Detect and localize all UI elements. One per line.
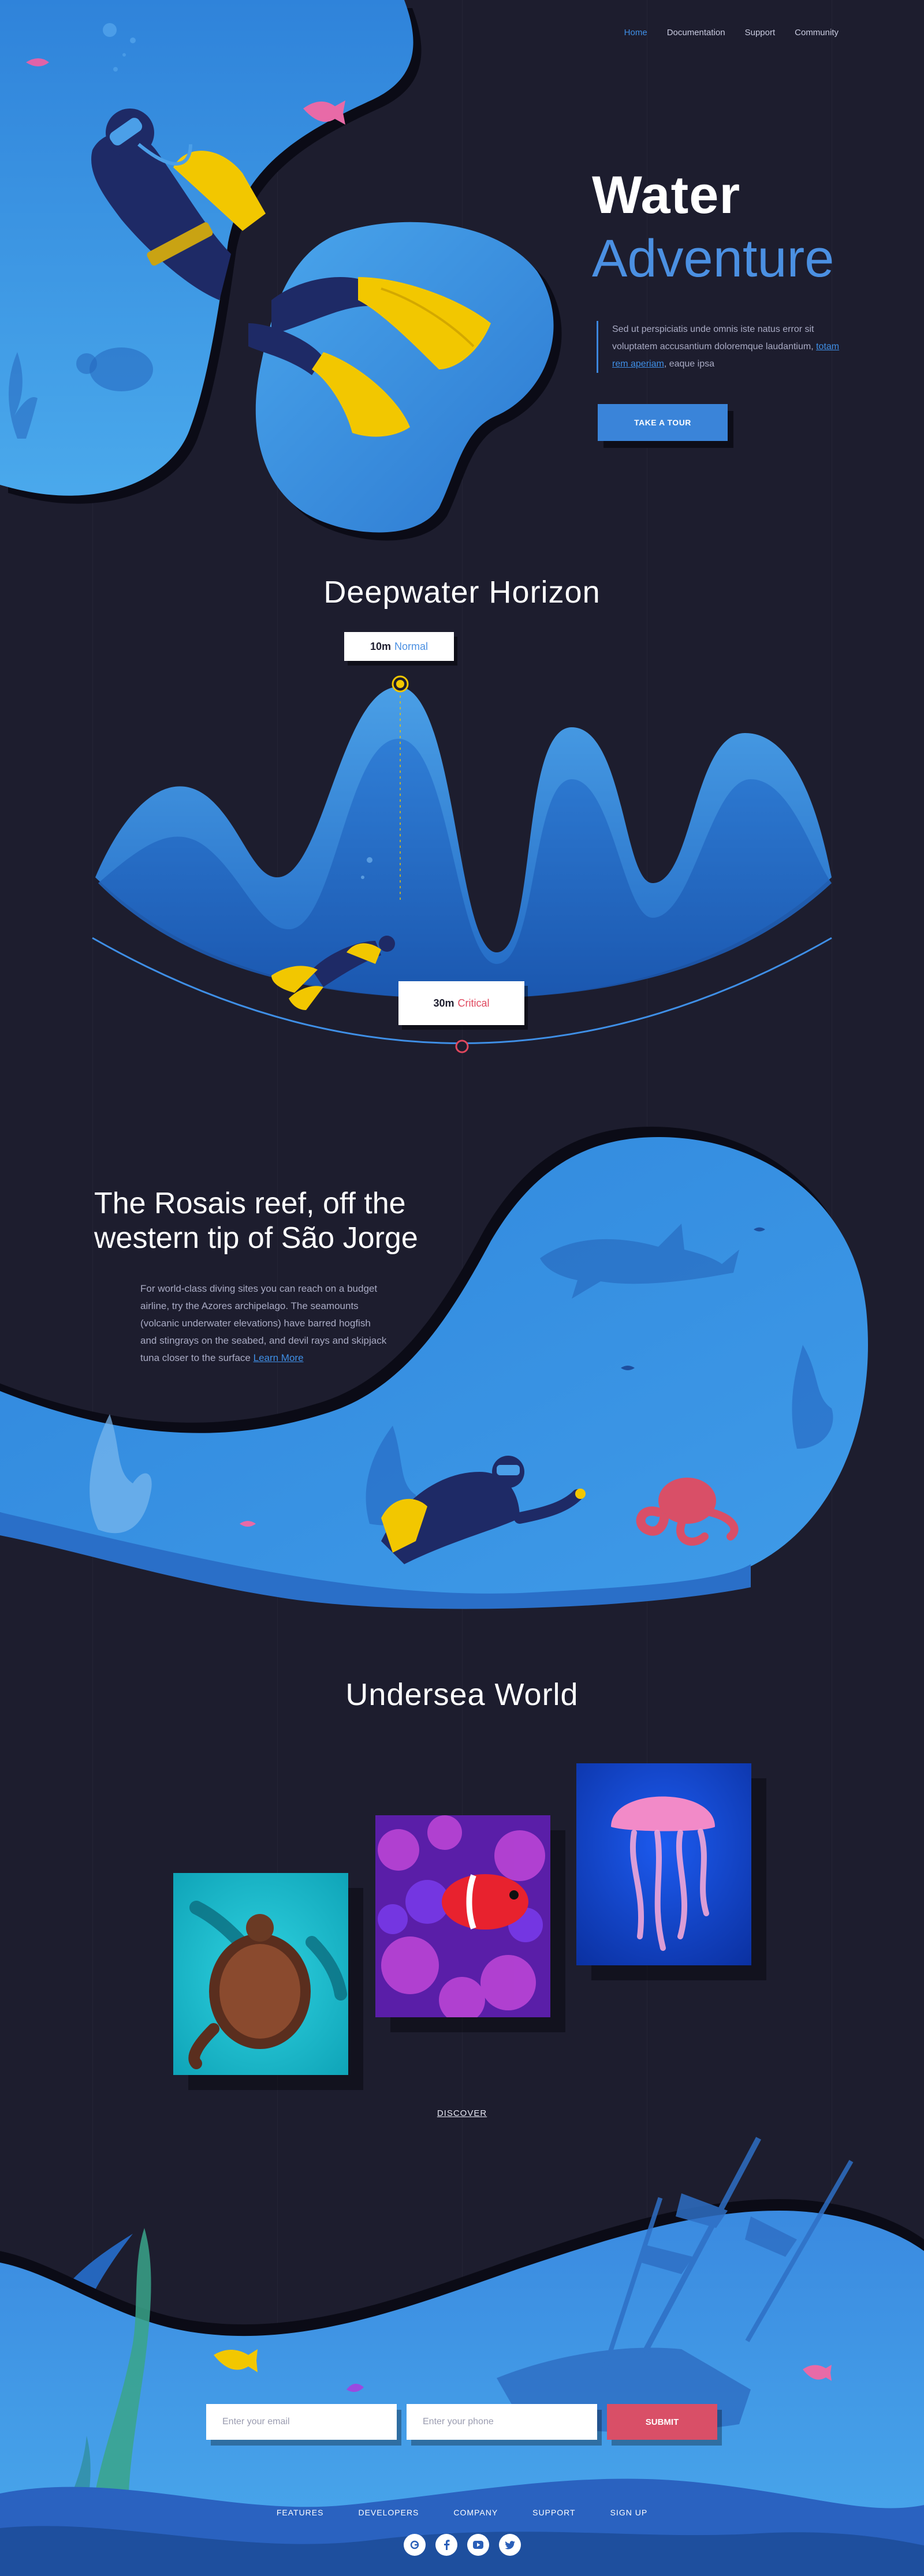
- depth-normal-status: Normal: [394, 640, 429, 652]
- take-a-tour-button[interactable]: TAKE A TOUR: [598, 404, 728, 441]
- depth-critical-value: 30m: [433, 997, 454, 1009]
- depth-marker-normal: 10m Normal: [344, 632, 454, 661]
- social-links: [0, 2534, 924, 2556]
- undersea-title: Undersea World: [345, 1677, 579, 1712]
- clownfish-image: [375, 1815, 550, 2017]
- reef-description: For world-class diving sites you can rea…: [140, 1280, 389, 1367]
- footer-link-developers[interactable]: DEVELOPERS: [358, 2508, 419, 2517]
- hero-title-line1: Water: [592, 166, 741, 225]
- youtube-icon[interactable]: [467, 2534, 489, 2556]
- footer-link-support[interactable]: SUPPORT: [532, 2508, 575, 2517]
- hero-text-before: Sed ut perspiciatis unde omnis iste natu…: [612, 324, 817, 352]
- photo-clownfish[interactable]: [375, 1815, 550, 2017]
- facebook-icon[interactable]: [435, 2534, 457, 2556]
- jellyfish-image: [576, 1763, 751, 1965]
- reef-title: The Rosais reef, off the western tip of …: [94, 1187, 418, 1255]
- nav-community[interactable]: Community: [795, 28, 839, 38]
- footer-link-sign-up[interactable]: SIGN UP: [610, 2508, 648, 2517]
- main-nav: Home Documentation Support Community: [605, 28, 839, 38]
- learn-more-link[interactable]: Learn More: [254, 1352, 304, 1363]
- hero-text-after: , eaque ipsa: [664, 359, 714, 369]
- footer-link-company[interactable]: COMPANY: [453, 2508, 498, 2517]
- deepwater-title: Deepwater Horizon: [323, 575, 601, 610]
- nav-home[interactable]: Home: [624, 28, 647, 38]
- footer-nav: FEATURES DEVELOPERS COMPANY SUPPORT SIGN…: [0, 2508, 924, 2517]
- depth-normal-value: 10m: [370, 640, 391, 652]
- submit-button[interactable]: SUBMIT: [607, 2404, 717, 2440]
- reef-text-body: For world-class diving sites you can rea…: [140, 1283, 387, 1363]
- phone-field[interactable]: [407, 2404, 597, 2440]
- nav-documentation[interactable]: Documentation: [667, 28, 725, 38]
- hero-illustration: [0, 0, 562, 541]
- footer-link-features[interactable]: FEATURES: [277, 2508, 324, 2517]
- depth-critical-status: Critical: [457, 997, 490, 1009]
- nav-support[interactable]: Support: [745, 28, 776, 38]
- footer-sea-illustration: [0, 2137, 924, 2576]
- google-plus-icon[interactable]: [403, 2534, 426, 2556]
- depth-marker-critical: 30m Critical: [398, 981, 524, 1025]
- photo-jellyfish[interactable]: [576, 1763, 751, 1965]
- hero-description: Sed ut perspiciatis unde omnis iste natu…: [597, 321, 843, 373]
- email-field[interactable]: [206, 2404, 397, 2440]
- twitter-icon[interactable]: [498, 2534, 521, 2556]
- hero-title-line2: Adventure: [592, 229, 834, 288]
